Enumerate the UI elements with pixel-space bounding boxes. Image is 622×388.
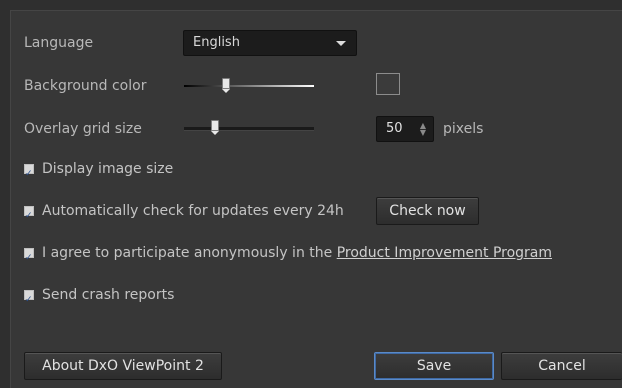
grid-size-unit: pixels: [443, 121, 484, 137]
chevron-down-icon: [336, 41, 346, 46]
cancel-button[interactable]: Cancel: [501, 352, 622, 380]
language-value: English: [193, 35, 240, 50]
improvement-program-option[interactable]: I agree to participate anonymously in th…: [24, 240, 552, 271]
display-image-size-label: Display image size: [42, 161, 174, 177]
about-button[interactable]: About DxO ViewPoint 2: [24, 352, 222, 380]
checkbox-checked-icon[interactable]: [24, 203, 34, 229]
crash-reports-label: Send crash reports: [42, 287, 175, 303]
slider-thumb-icon[interactable]: [221, 78, 230, 93]
save-button[interactable]: Save: [374, 352, 494, 380]
overlay-grid-label: Overlay grid size: [24, 121, 142, 137]
background-color-label: Background color: [24, 78, 147, 94]
checkbox-checked-icon[interactable]: [24, 287, 34, 313]
improvement-program-link[interactable]: Product Improvement Program: [337, 245, 552, 261]
background-color-slider[interactable]: [184, 78, 314, 93]
crash-reports-option[interactable]: Send crash reports: [24, 282, 175, 313]
improvement-label: I agree to participate anonymously in th…: [42, 245, 333, 261]
display-image-size-option[interactable]: Display image size: [24, 156, 174, 187]
language-label: Language: [24, 35, 94, 51]
spinner-arrows-icon[interactable]: ▲ ▼: [419, 122, 427, 137]
slider-track: [184, 85, 314, 87]
overlay-grid-slider[interactable]: [184, 120, 314, 135]
checkbox-checked-icon[interactable]: [24, 245, 34, 271]
grid-size-stepper[interactable]: 50 ▲ ▼: [376, 116, 434, 142]
auto-update-label: Automatically check for updates every 24…: [42, 203, 344, 219]
slider-track: [184, 127, 314, 131]
background-color-swatch[interactable]: [376, 73, 400, 95]
slider-thumb-icon[interactable]: [211, 120, 220, 135]
language-dropdown[interactable]: English: [183, 30, 357, 56]
checkbox-checked-icon[interactable]: [24, 161, 34, 187]
auto-update-option[interactable]: Automatically check for updates every 24…: [24, 198, 344, 229]
check-now-button[interactable]: Check now: [376, 197, 479, 225]
grid-size-value: 50: [386, 121, 403, 136]
